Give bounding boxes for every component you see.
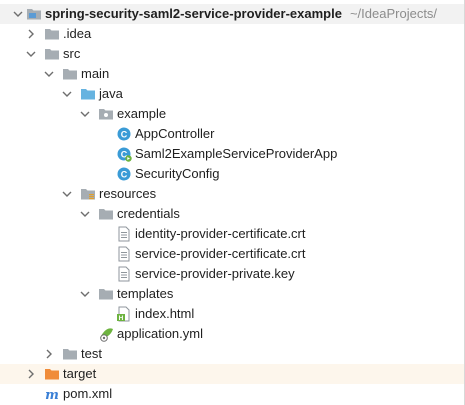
tree-item-label: Saml2ExampleServiceProviderApp: [135, 146, 338, 161]
html-file-icon: H: [117, 306, 130, 322]
tree-row-src[interactable]: src: [0, 44, 464, 64]
tree-row-securityconfig[interactable]: C SecurityConfig: [0, 164, 464, 184]
tree-item-label: service-provider-certificate.crt: [135, 246, 306, 261]
chevron-down-icon[interactable]: [80, 109, 90, 119]
tree-item-label: identity-provider-certificate.crt: [135, 226, 306, 241]
tree-item-label: application.yml: [117, 326, 203, 341]
tree-item-label: index.html: [135, 306, 195, 321]
chevron-down-icon[interactable]: [62, 89, 72, 99]
java-class-icon: C: [117, 167, 131, 181]
chevron-down-icon[interactable]: [80, 209, 90, 219]
chevron-right-icon[interactable]: [44, 349, 54, 359]
tree-row-main[interactable]: main: [0, 64, 464, 84]
tree-row-idea[interactable]: .idea: [0, 24, 464, 44]
tree-row-java[interactable]: java: [0, 84, 464, 104]
chevron-right-icon[interactable]: [26, 29, 36, 39]
chevron-down-icon[interactable]: [80, 289, 90, 299]
tree-item-label: service-provider-private.key: [135, 266, 295, 281]
excluded-folder-icon: [45, 369, 59, 380]
folder-icon: [45, 29, 59, 40]
chevron-down-icon[interactable]: [62, 189, 72, 199]
spring-boot-app-icon: C: [117, 147, 132, 162]
tree-item-label: target: [63, 366, 97, 381]
tree-item-label: credentials: [117, 206, 180, 221]
module-folder-icon: [27, 9, 41, 20]
folder-icon: [99, 289, 113, 300]
source-folder-icon: [81, 89, 95, 100]
tree-item-label: resources: [99, 186, 157, 201]
java-class-icon: C: [117, 127, 131, 141]
project-tree: spring-security-saml2-service-provider-e…: [0, 0, 465, 405]
root-project-name: spring-security-saml2-service-provider-e…: [45, 6, 342, 21]
tree-row-sp-cert[interactable]: service-provider-certificate.crt: [0, 244, 464, 264]
tree-row-sp-key[interactable]: service-provider-private.key: [0, 264, 464, 284]
tree-row-idp-cert[interactable]: identity-provider-certificate.crt: [0, 224, 464, 244]
tree-item-label: AppController: [135, 126, 215, 141]
tree-item-label: java: [99, 86, 123, 101]
svg-text:C: C: [121, 170, 128, 180]
tree-item-label: SecurityConfig: [135, 166, 220, 181]
tree-item-label: templates: [117, 286, 174, 301]
tree-row-root[interactable]: spring-security-saml2-service-provider-e…: [0, 4, 464, 24]
folder-icon: [99, 209, 113, 220]
chevron-down-icon[interactable]: [13, 9, 23, 19]
svg-text:C: C: [121, 130, 128, 140]
package-icon: [99, 109, 113, 120]
root-project-label: spring-security-saml2-service-provider-e…: [45, 6, 437, 22]
tree-item-label: src: [63, 46, 81, 61]
resources-folder-icon: [81, 189, 95, 200]
svg-text:H: H: [119, 315, 124, 322]
tree-row-appcontroller[interactable]: C AppController: [0, 124, 464, 144]
tree-row-example[interactable]: example: [0, 104, 464, 124]
tree-row-pom-xml[interactable]: m pom.xml: [0, 384, 464, 404]
maven-icon: m: [45, 388, 59, 402]
folder-icon: [45, 49, 59, 60]
tree-row-target[interactable]: target: [0, 364, 464, 384]
tree-row-test[interactable]: test: [0, 344, 464, 364]
text-file-icon: [118, 266, 130, 282]
tree-item-label: main: [81, 66, 110, 81]
folder-icon: [63, 349, 77, 360]
root-project-path: ~/IdeaProjects/: [349, 6, 438, 21]
folder-icon: [63, 69, 77, 80]
tree-item-label: test: [81, 346, 102, 361]
tree-row-credentials[interactable]: credentials: [0, 204, 464, 224]
svg-text:m: m: [45, 388, 59, 402]
text-file-icon: [118, 246, 130, 262]
chevron-down-icon[interactable]: [26, 49, 36, 59]
tree-row-resources[interactable]: resources: [0, 184, 464, 204]
text-file-icon: [118, 226, 130, 242]
tree-row-saml2app[interactable]: C Saml2ExampleServiceProviderApp: [0, 144, 464, 164]
tree-row-index-html[interactable]: H index.html: [0, 304, 464, 324]
spring-yaml-icon: [100, 328, 113, 342]
tree-row-templates[interactable]: templates: [0, 284, 464, 304]
tree-row-application-yml[interactable]: application.yml: [0, 324, 464, 344]
chevron-right-icon[interactable]: [26, 369, 36, 379]
chevron-down-icon[interactable]: [44, 69, 54, 79]
tree-item-label: example: [117, 106, 167, 121]
tree-item-label: .idea: [63, 26, 92, 41]
tree-item-label: pom.xml: [63, 386, 113, 401]
